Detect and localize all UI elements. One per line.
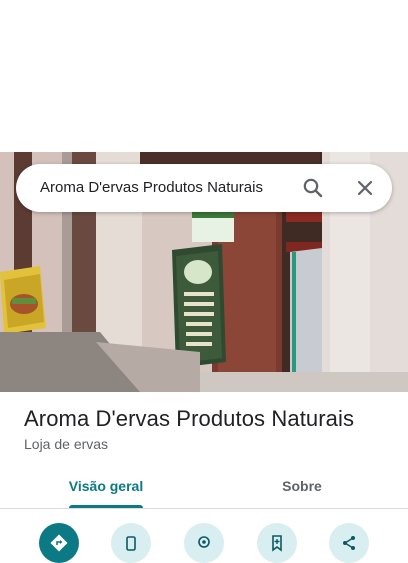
search-icon[interactable]	[301, 176, 325, 200]
tab-overview[interactable]: Visão geral	[55, 468, 157, 508]
share-button[interactable]	[329, 523, 369, 563]
directions-icon	[50, 534, 68, 552]
search-input[interactable]: Aroma D'ervas Produtos Naturais	[40, 164, 263, 212]
close-icon[interactable]	[353, 176, 377, 200]
tab-about[interactable]: Sobre	[251, 468, 353, 508]
place-title: Aroma D'ervas Produtos Naturais	[24, 406, 355, 431]
directions-button[interactable]	[39, 523, 79, 563]
save-button[interactable]	[257, 523, 297, 563]
place-category: Loja de ervas	[24, 436, 109, 452]
save-icon	[272, 535, 282, 552]
tab-divider	[0, 508, 408, 509]
nearby-button[interactable]	[184, 523, 224, 563]
share-icon	[343, 536, 355, 550]
location-icon	[198, 536, 210, 548]
top-blank-area	[0, 0, 408, 152]
search-bar[interactable]: Aroma D'ervas Produtos Naturais	[16, 164, 392, 212]
phone-icon	[126, 536, 136, 551]
call-button[interactable]	[111, 523, 151, 563]
